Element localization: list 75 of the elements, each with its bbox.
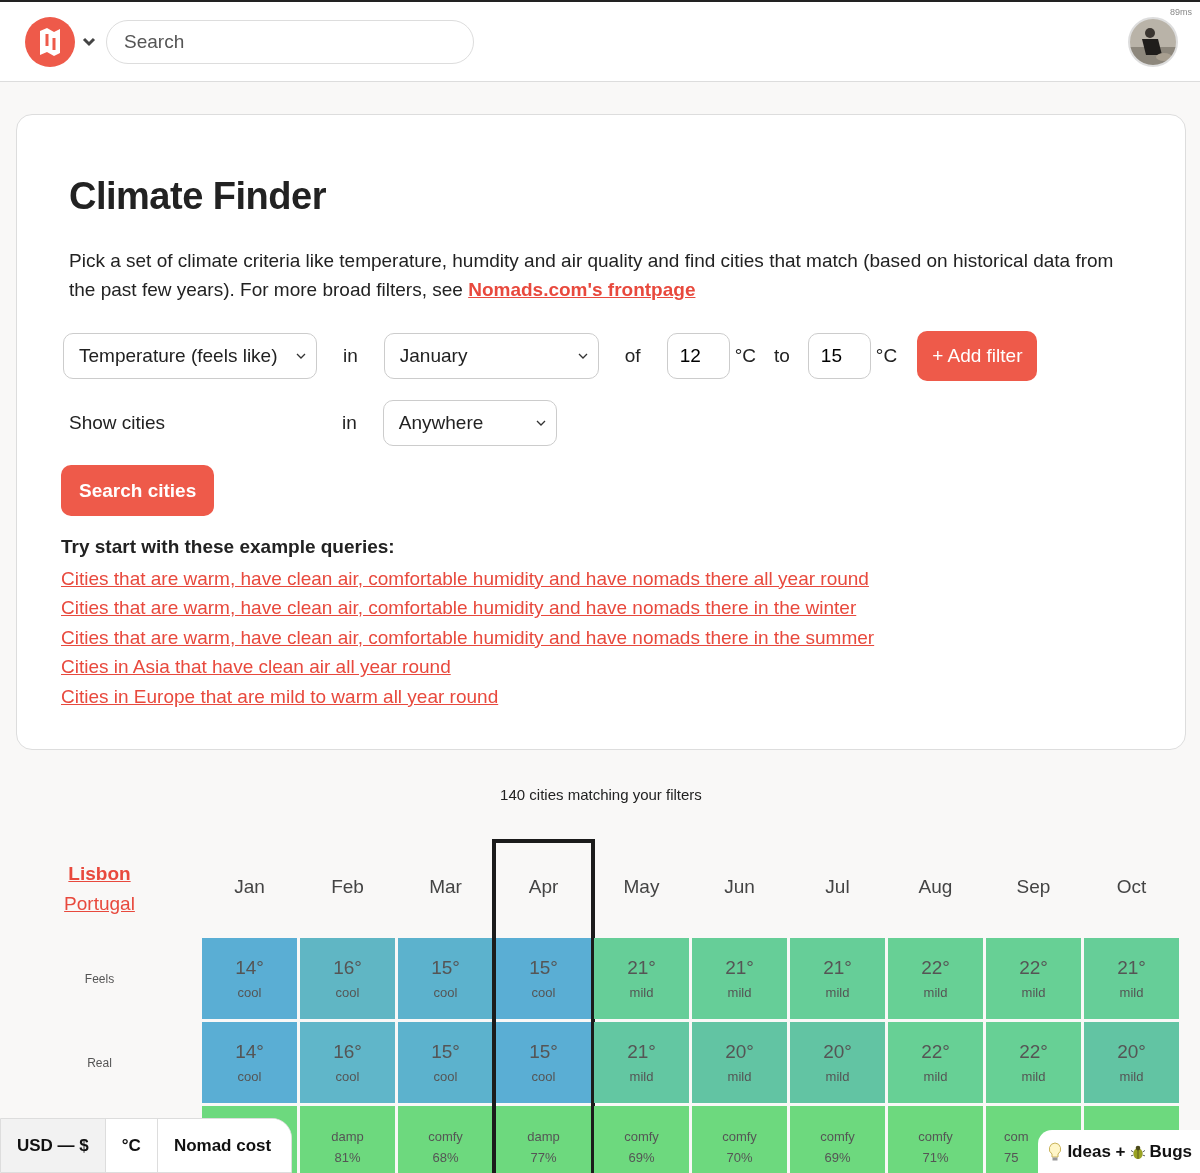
month-header: Sep: [1016, 876, 1051, 899]
row-label: Real: [87, 1055, 112, 1070]
feedback-button[interactable]: Ideas + Bugs: [1038, 1130, 1200, 1173]
climate-cell: 15° cool: [398, 1022, 493, 1104]
example-query-link[interactable]: Cities that are warm, have clean air, comfortable humidity and have nomads there in the winter: [61, 597, 857, 619]
city-link[interactable]: Lisbon: [68, 858, 131, 889]
climate-cell: 21° mild: [594, 1022, 689, 1104]
results-count: 140 cities matching your filters: [499, 786, 703, 804]
climate-cell: comfy 70%: [692, 1106, 787, 1173]
page-title: Climate Finder: [69, 175, 327, 218]
search-field[interactable]: Search: [106, 19, 474, 64]
month-header: Jan: [234, 876, 265, 899]
climate-cell: 21° mild: [790, 938, 885, 1020]
climate-cell: 22° mild: [888, 1022, 983, 1104]
month-header: May: [623, 876, 660, 899]
climate-cell: 21° mild: [1084, 938, 1179, 1020]
chevron-down-icon: [577, 353, 588, 359]
climate-cell: 22° mild: [986, 938, 1081, 1020]
climate-cell: damp 81%: [300, 1106, 395, 1173]
chevron-down-icon: [535, 420, 546, 426]
example-query-link[interactable]: Cities that are warm, have clean air, comfortable humidity and have nomads there in the summer: [61, 626, 875, 648]
unit-label: °C: [875, 345, 898, 367]
climate-cell: comfy 71%: [888, 1106, 983, 1173]
show-cities-label: Show cities: [69, 412, 167, 434]
example-query-link[interactable]: Cities in Europe that are mild to warm all year round: [61, 685, 499, 707]
chevron-down-icon: [296, 353, 306, 359]
climate-cell: 22° mild: [888, 938, 983, 1020]
climate-cell: 22° mild: [986, 1022, 1081, 1104]
metric-select[interactable]: Temperature (feels like): [63, 333, 317, 379]
timing-label: 89ms: [1170, 7, 1192, 17]
climate-cell: 16° cool: [300, 1022, 395, 1104]
month-header: Jul: [825, 876, 850, 899]
chevron-down-icon[interactable]: [82, 36, 96, 47]
of-label: of: [623, 345, 642, 367]
region-select[interactable]: Anywhere: [382, 400, 557, 446]
climate-cell: 15° cool: [398, 938, 493, 1020]
month-select[interactable]: January: [383, 333, 599, 379]
month-header: Aug: [918, 876, 953, 899]
in-label: in: [342, 345, 359, 367]
climate-cell: damp 77%: [496, 1106, 591, 1173]
frontpage-link[interactable]: Nomads.com's frontpage: [468, 279, 696, 300]
max-temperature-field[interactable]: 15: [807, 333, 871, 379]
month-header: Jun: [724, 876, 755, 899]
climate-cell: 14° cool: [202, 938, 297, 1020]
min-temperature-field[interactable]: 12: [666, 333, 730, 379]
add-filter-button[interactable]: + Add filter: [917, 331, 1038, 381]
logo-icon[interactable]: [25, 16, 75, 67]
unit-label: °C: [734, 345, 756, 367]
climate-cell: comfy 68%: [398, 1106, 493, 1173]
lightbulb-icon: [1048, 1141, 1063, 1162]
example-query-link[interactable]: Cities in Asia that have clean air all year round: [61, 656, 451, 678]
month-header: Oct: [1116, 876, 1147, 899]
intro-text: Pick a set of climate criteria like temperature, humdity and air quality and find cities that match (based on historical data from the past few years). For more broad filters, see Nomads.com's frontpage: [69, 249, 1115, 302]
climate-cell: 20° mild: [790, 1022, 885, 1104]
in-label: in: [341, 412, 358, 434]
search-cities-button[interactable]: Search cities: [61, 465, 215, 516]
climate-cell: 16° cool: [300, 938, 395, 1020]
climate-cell: 20° mild: [1084, 1022, 1179, 1104]
setting-button[interactable]: USD — $: [1, 1119, 106, 1172]
month-header: Apr: [528, 876, 559, 899]
climate-cell: 21° mild: [692, 938, 787, 1020]
climate-cell: 20° mild: [692, 1022, 787, 1104]
country-link[interactable]: Portugal: [64, 888, 135, 919]
month-header: Mar: [429, 876, 462, 899]
climate-cell: 14° cool: [202, 1022, 297, 1104]
climate-cell: comfy 69%: [790, 1106, 885, 1173]
to-label: to: [773, 345, 791, 367]
row-label: Feels: [84, 971, 115, 986]
climate-cell: 21° mild: [594, 938, 689, 1020]
example-query-link[interactable]: Cities that are warm, have clean air, comfortable humidity and have nomads there all year round: [61, 568, 869, 589]
climate-cell: 15° cool: [496, 1022, 591, 1104]
examples-heading: Try start with these example queries:: [61, 536, 396, 558]
climate-cell: 15° cool: [496, 938, 591, 1020]
climate-cell: comfy 69%: [594, 1106, 689, 1173]
month-header: Feb: [331, 876, 364, 899]
